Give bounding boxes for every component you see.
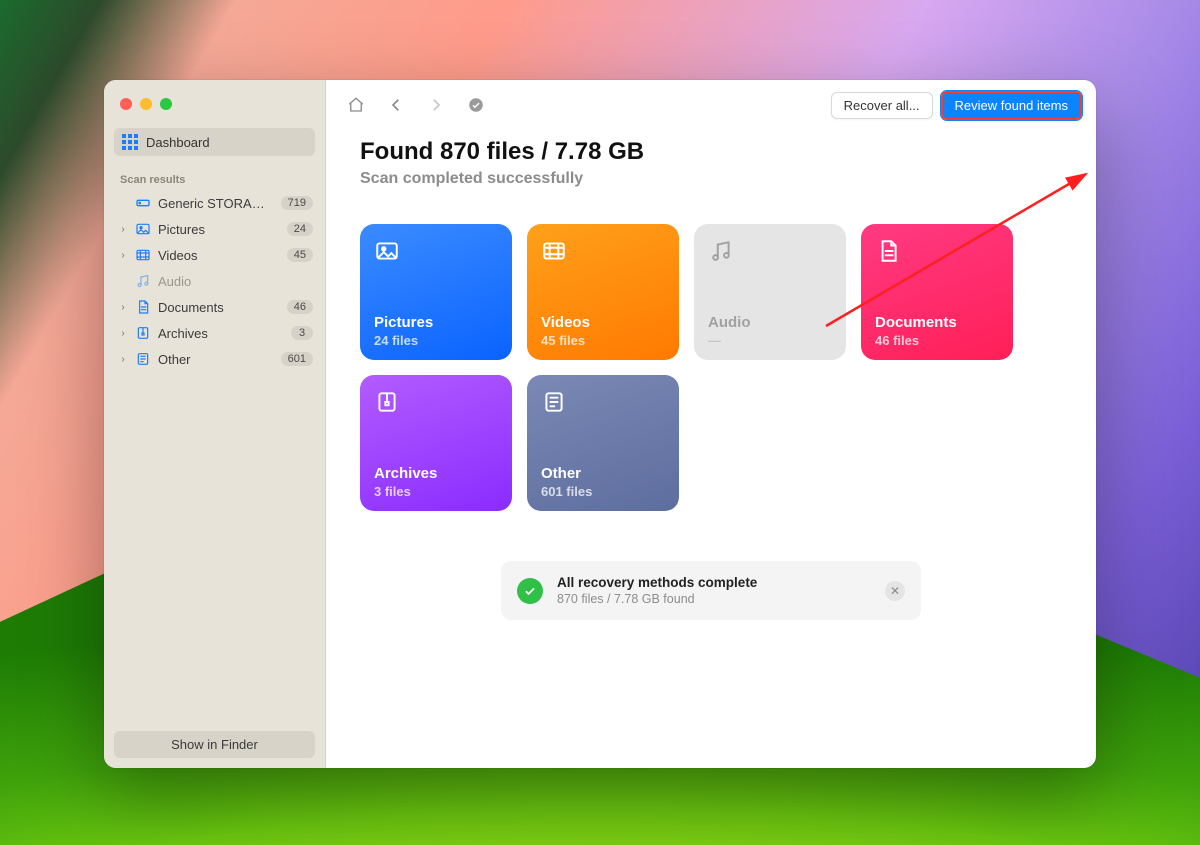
page-title: Found 870 files / 7.78 GB [360,138,1062,166]
zoom-window-button[interactable] [160,98,172,110]
sidebar-item-label: Videos [158,248,280,263]
card-audio[interactable]: Audio — [694,224,846,360]
card-subtitle: 45 files [541,333,665,348]
card-title: Videos [541,314,665,331]
image-icon [135,221,151,237]
card-title: Documents [875,314,999,331]
card-title: Audio [708,314,832,331]
sidebar-item-label: Archives [158,326,284,341]
music-icon [708,238,734,264]
sidebar-item-label: Documents [158,300,280,315]
page-subtitle: Scan completed successfully [360,170,1062,188]
status-title: All recovery methods complete [557,575,871,590]
card-title: Archives [374,465,498,482]
card-subtitle: 24 files [374,333,498,348]
check-circle-icon [517,578,543,604]
status-banner: All recovery methods complete 870 files … [501,561,921,620]
card-documents[interactable]: Documents 46 files [861,224,1013,360]
video-icon [541,238,567,264]
chevron-right-icon: › [118,250,128,261]
doc-icon [875,238,901,264]
minimize-window-button[interactable] [140,98,152,110]
storage-count: 719 [281,196,313,210]
chevron-right-icon: › [118,328,128,339]
forward-button[interactable] [420,91,452,119]
sidebar-item-count: 24 [287,222,313,236]
sidebar-item-audio[interactable]: › Audio [104,268,325,294]
card-title: Pictures [374,314,498,331]
category-cards: Pictures 24 files Videos 45 files Audio … [360,224,1062,511]
window-controls [104,94,325,128]
sidebar-item-count: 46 [287,300,313,314]
main-area: Recover all... Review found items Found … [326,80,1096,768]
home-button[interactable] [340,91,372,119]
sidebar-item-label: Pictures [158,222,280,237]
recover-all-button[interactable]: Recover all... [831,92,933,119]
dashboard-label: Dashboard [146,135,210,150]
toolbar: Recover all... Review found items [326,80,1096,130]
status-subtitle: 870 files / 7.78 GB found [557,592,871,606]
doc-icon [135,299,151,315]
archive-icon [374,389,400,415]
sidebar-item-count: 3 [291,326,313,340]
sidebar-item-label: Audio [158,274,313,289]
app-window: Dashboard Scan results › Generic STORAG…… [104,80,1096,768]
other-icon [135,351,151,367]
image-icon [374,238,400,264]
chevron-right-icon: › [118,224,128,235]
card-subtitle: 3 files [374,484,498,499]
card-subtitle: 46 files [875,333,999,348]
sidebar-item-documents[interactable]: › Documents 46 [104,294,325,320]
drive-icon [135,195,151,211]
card-title: Other [541,465,665,482]
video-icon [135,247,151,263]
back-button[interactable] [380,91,412,119]
archive-icon [135,325,151,341]
chevron-right-icon: › [118,354,128,365]
sidebar-item-label: Other [158,352,274,367]
grid-icon [122,134,138,150]
sidebar-item-count: 601 [281,352,313,366]
status-check-icon [460,91,492,119]
card-pictures[interactable]: Pictures 24 files [360,224,512,360]
storage-label: Generic STORAG… [158,196,274,211]
sidebar-item-count: 45 [287,248,313,262]
card-videos[interactable]: Videos 45 files [527,224,679,360]
sidebar: Dashboard Scan results › Generic STORAG…… [104,80,326,768]
sidebar-item-pictures[interactable]: › Pictures 24 [104,216,325,242]
card-other[interactable]: Other 601 files [527,375,679,511]
card-subtitle: — [708,333,832,348]
other-icon [541,389,567,415]
sidebar-item-storage[interactable]: › Generic STORAG… 719 [104,190,325,216]
dismiss-status-button[interactable]: ✕ [885,581,905,601]
review-found-items-button[interactable]: Review found items [941,91,1082,120]
close-window-button[interactable] [120,98,132,110]
sidebar-item-other[interactable]: › Other 601 [104,346,325,372]
sidebar-item-dashboard[interactable]: Dashboard [114,128,315,156]
card-archives[interactable]: Archives 3 files [360,375,512,511]
sidebar-section-header: Scan results [104,166,325,190]
show-in-finder-button[interactable]: Show in Finder [114,731,315,758]
card-subtitle: 601 files [541,484,665,499]
music-icon [135,273,151,289]
sidebar-item-archives[interactable]: › Archives 3 [104,320,325,346]
sidebar-item-videos[interactable]: › Videos 45 [104,242,325,268]
chevron-right-icon: › [118,302,128,313]
